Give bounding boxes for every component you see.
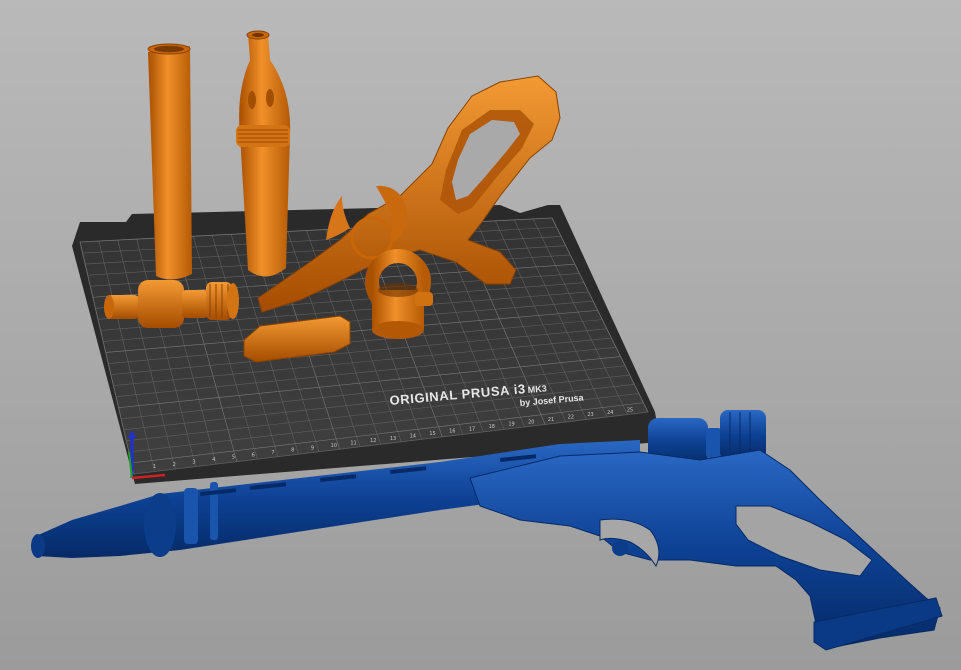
3d-viewport[interactable]: ORIGINAL PRUSA i3 MK3 by Josef Prusa 123…: [0, 0, 961, 670]
bed-tick-label: 19: [508, 422, 514, 428]
scene-canvas[interactable]: ORIGINAL PRUSA i3 MK3 by Josef Prusa 123…: [0, 0, 961, 670]
bed-tick-label: 12: [370, 438, 376, 444]
bed-tick-label: 17: [469, 426, 475, 432]
bed-tick-label: 23: [587, 412, 593, 418]
bed-tick-label: 15: [429, 431, 435, 437]
bed-tick-label: 7: [271, 450, 274, 456]
bed-tick-label: 13: [390, 436, 396, 442]
bed-tick-label: 4: [212, 457, 215, 463]
bed-tick-label: 2: [173, 462, 176, 468]
bed-tick-label: 20: [528, 419, 534, 425]
bed-tick-label: 21: [548, 417, 554, 423]
bed-tick-label: 24: [607, 410, 613, 416]
bed-tick-label: 14: [410, 433, 416, 439]
bed-tick-label: 8: [291, 448, 294, 454]
bed-tick-label: 10: [331, 443, 337, 449]
bed-tick-label: 11: [350, 441, 356, 447]
bed-tick-label: 1: [153, 464, 156, 470]
bed-tick-label: 25: [627, 407, 633, 413]
bed-tick-label: 9: [311, 445, 314, 451]
bed-brand-model: MK3: [527, 383, 547, 395]
bed-tick-label: 6: [252, 452, 255, 458]
bed-tick-label: 3: [192, 459, 195, 465]
bed-tick-label: 16: [449, 429, 455, 435]
bed-tick-label: 22: [568, 415, 574, 421]
bed-tick-label: 5: [232, 455, 235, 461]
bed-tick-label: 18: [489, 424, 495, 430]
